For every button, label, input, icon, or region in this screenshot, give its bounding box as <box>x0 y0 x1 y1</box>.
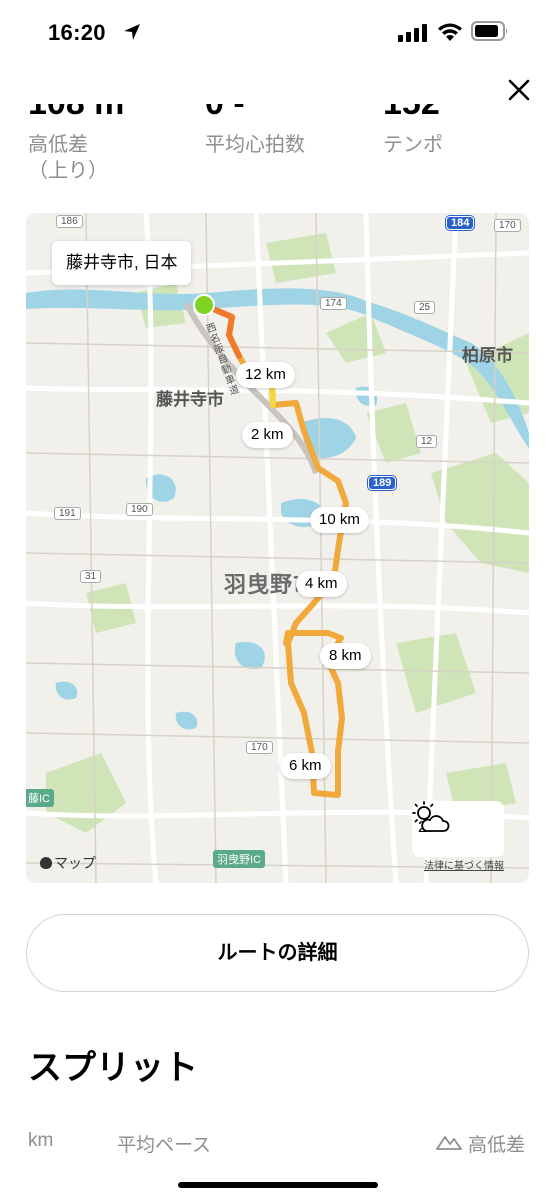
map-canvas <box>26 213 529 883</box>
km-marker: 4 km <box>296 571 347 597</box>
apple-maps-attribution: マップ <box>40 853 96 873</box>
splits-title: スプリット <box>28 1049 198 1087</box>
road-shield: 12 <box>416 435 438 448</box>
mountain-icon <box>436 1136 462 1150</box>
route-details-button[interactable]: ルートの詳細 <box>26 914 529 992</box>
stat-value: 0 - <box>205 104 245 123</box>
status-time: 16:20 <box>48 20 106 45</box>
stat-label: 高低差 （上り） <box>28 134 108 182</box>
road-shield: 170 <box>246 741 273 754</box>
interchange-label: 藤IC <box>26 789 54 807</box>
road-shield: 186 <box>56 215 83 228</box>
stat-value: 108 m <box>28 104 124 123</box>
km-marker: 10 km <box>310 507 369 533</box>
start-dot <box>193 294 215 316</box>
splits-col-km: km <box>28 1130 54 1151</box>
road-shield: 191 <box>54 507 81 520</box>
splits-col-elevation: 高低差 <box>468 1135 526 1156</box>
map-parks <box>46 233 529 833</box>
route-map[interactable]: 藤井寺市, 日本 柏原市 藤井寺市 羽曳野市 186 184 170 174 2… <box>26 213 529 883</box>
road-shield: 170 <box>494 219 521 232</box>
road-shield-blue: 189 <box>368 476 397 490</box>
cellular-signal-icon <box>398 24 427 42</box>
home-indicator[interactable] <box>178 1182 378 1188</box>
status-bar: 16:20 <box>0 0 555 62</box>
start-location-callout[interactable]: 藤井寺市, 日本 <box>52 241 192 285</box>
stat-label: テンポ <box>383 134 443 156</box>
weather-widget: 27° <box>412 801 504 857</box>
km-marker: 12 km <box>236 362 295 388</box>
apple-logo-icon <box>40 857 52 869</box>
interchange-label: 羽曳野IC <box>213 850 265 868</box>
road-shield: 31 <box>80 570 102 583</box>
map-city-fujiidera: 藤井寺市 <box>156 390 224 409</box>
maps-attribution-text: マップ <box>54 855 96 871</box>
road-shield: 174 <box>320 297 347 310</box>
km-marker: 8 km <box>320 643 371 669</box>
map-city-kashiwara: 柏原市 <box>462 346 513 365</box>
splits-col-pace: 平均ペース <box>117 1135 212 1156</box>
stat-value: 152 <box>383 104 440 123</box>
legal-info-link[interactable]: 法律に基づく情報 <box>424 857 504 872</box>
wifi-icon <box>438 23 462 41</box>
road-shield-blue: 184 <box>446 216 475 230</box>
partly-cloudy-icon <box>412 801 450 832</box>
km-marker: 6 km <box>280 753 331 779</box>
battery-icon <box>471 21 508 41</box>
location-arrow-icon <box>124 24 140 40</box>
km-marker: 2 km <box>242 422 293 448</box>
stat-label: 平均心拍数 <box>205 134 305 156</box>
close-icon[interactable] <box>505 76 533 104</box>
road-shield: 25 <box>414 301 436 314</box>
road-shield: 190 <box>126 503 153 516</box>
stats-row: 108 m 高低差 （上り） 0 - 平均心拍数 152 テンポ <box>0 104 555 190</box>
